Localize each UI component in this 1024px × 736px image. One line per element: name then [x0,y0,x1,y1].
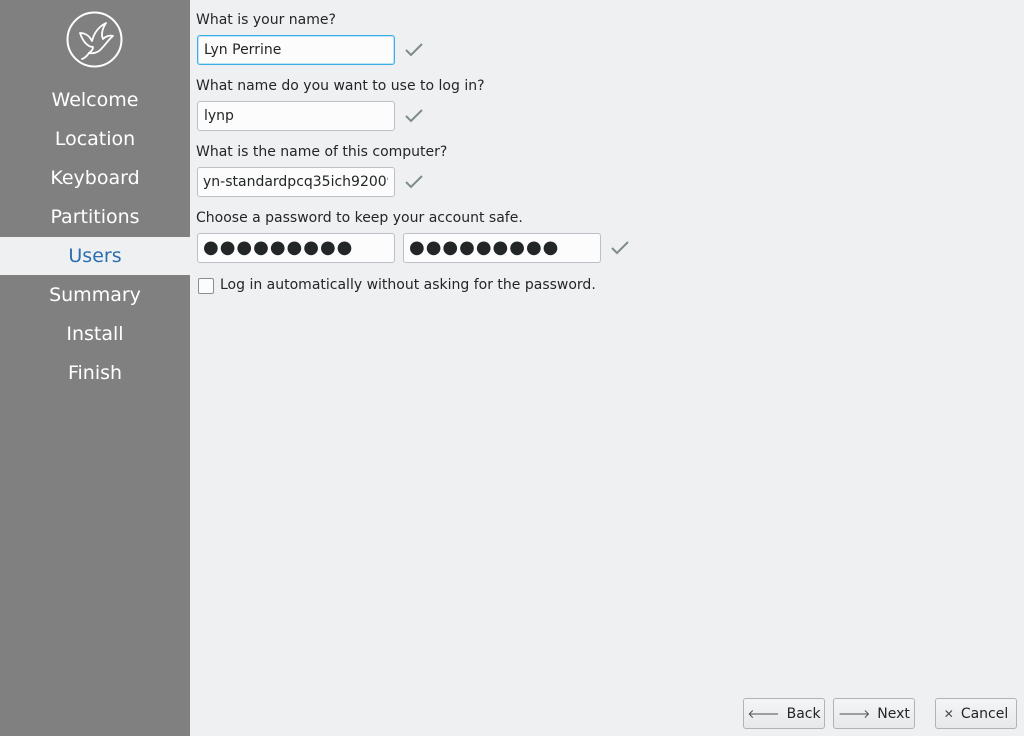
arrow-left-icon: 🡐 [747,707,780,721]
sidebar-item-keyboard[interactable]: Keyboard [0,159,190,197]
back-button[interactable]: 🡐 Back [743,698,825,729]
name-valid-check-icon [403,40,425,60]
autologin-checkbox[interactable] [198,278,214,294]
dove-icon [66,11,123,68]
sidebar: Welcome Location Keyboard Partitions Use… [0,0,190,736]
back-button-label: Back [786,705,821,722]
login-valid-check-icon [403,106,425,126]
cancel-button[interactable]: ✕ Cancel [935,698,1017,729]
users-page: What is your name? What name do you want… [190,0,1024,736]
password-confirm-input[interactable]: ●●●●●●●●● [403,233,601,263]
login-question-label: What name do you want to use to log in? [196,78,485,94]
password-input[interactable]: ●●●●●●●●● [197,233,395,263]
autologin-label[interactable]: Log in automatically without asking for … [220,277,596,293]
full-name-input[interactable] [197,35,395,65]
sidebar-item-summary[interactable]: Summary [0,276,190,314]
sidebar-item-users[interactable]: Users [0,237,190,275]
arrow-right-icon: 🡒 [838,707,871,721]
next-button-label: Next [877,705,910,722]
sidebar-item-finish[interactable]: Finish [0,354,190,392]
cancel-button-label: Cancel [960,705,1009,722]
login-name-input[interactable] [197,101,395,131]
password-valid-check-icon [609,238,631,258]
sidebar-item-location[interactable]: Location [0,120,190,158]
sidebar-item-welcome[interactable]: Welcome [0,81,190,119]
password-question-label: Choose a password to keep your account s… [196,210,523,226]
next-button[interactable]: 🡒 Next [833,698,915,729]
sidebar-item-install[interactable]: Install [0,315,190,353]
name-question-label: What is your name? [196,12,336,28]
close-icon: ✕ [943,706,954,721]
sidebar-item-partitions[interactable]: Partitions [0,198,190,236]
hostname-question-label: What is the name of this computer? [196,144,448,160]
hostname-input[interactable] [197,167,395,197]
hostname-valid-check-icon [403,172,425,192]
